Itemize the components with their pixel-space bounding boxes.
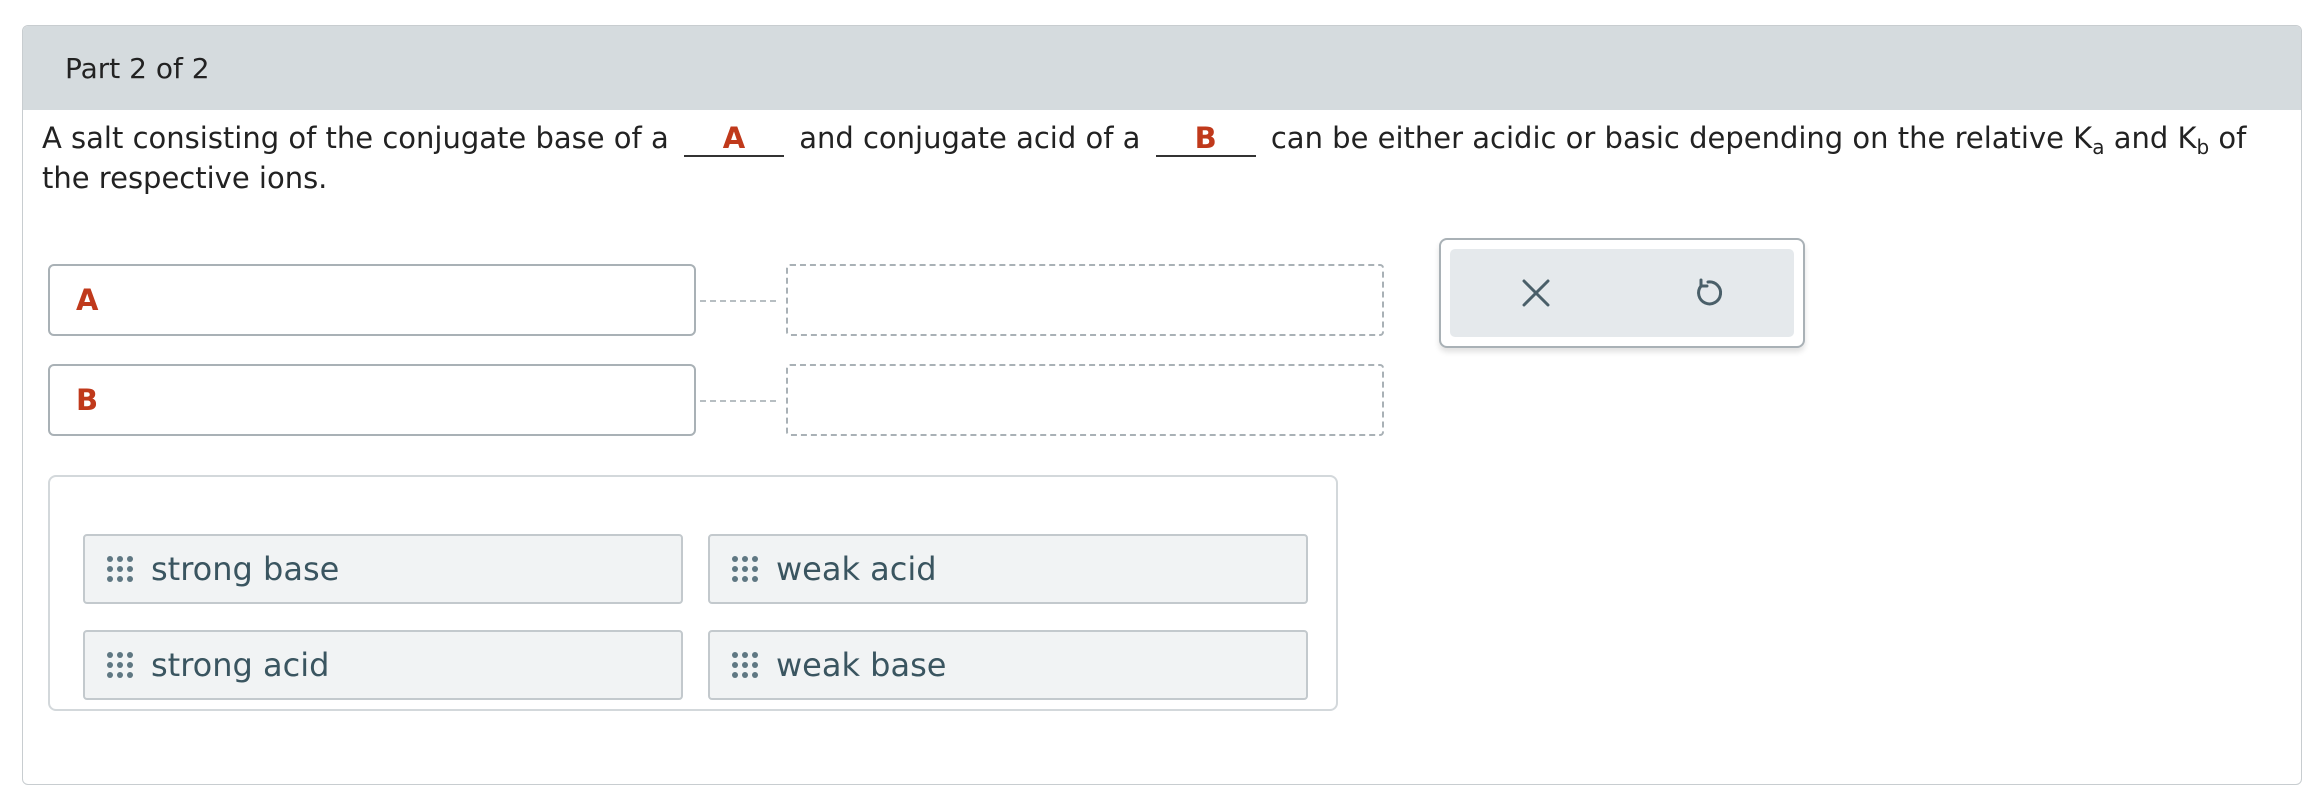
question-text: A salt consisting of the conjugate base … bbox=[42, 118, 2262, 198]
slot-label-a: A bbox=[48, 264, 696, 336]
undo-icon bbox=[1697, 278, 1723, 306]
question-text-1: A salt consisting of the conjugate base … bbox=[42, 121, 669, 155]
question-text-4: and K bbox=[2113, 121, 2197, 155]
panel-header: Part 2 of 2 bbox=[23, 26, 2301, 110]
drag-handle-icon bbox=[107, 556, 133, 582]
answer-tile-strong-base[interactable]: strong base bbox=[83, 534, 683, 604]
answer-tile-label: strong base bbox=[151, 550, 340, 588]
kb-subscript: b bbox=[2196, 135, 2210, 159]
blank-b: B bbox=[1155, 121, 1256, 157]
answer-tools-inner bbox=[1450, 249, 1794, 337]
answer-tile-label: strong acid bbox=[151, 646, 330, 684]
answer-tile-label: weak base bbox=[776, 646, 947, 684]
drag-handle-icon bbox=[732, 652, 758, 678]
slot-connector-a bbox=[700, 300, 776, 302]
question-text-2: and conjugate acid of a bbox=[799, 121, 1141, 155]
clear-button[interactable] bbox=[1506, 263, 1566, 323]
drag-handle-icon bbox=[107, 652, 133, 678]
answer-tile-weak-base[interactable]: weak base bbox=[708, 630, 1308, 700]
reset-button[interactable] bbox=[1678, 263, 1738, 323]
drop-zone-a[interactable] bbox=[786, 264, 1384, 336]
answer-tile-strong-acid[interactable]: strong acid bbox=[83, 630, 683, 700]
blank-a: A bbox=[683, 121, 784, 157]
question-text-3: can be either acidic or basic depending … bbox=[1270, 121, 2093, 155]
slot-label-b: B bbox=[48, 364, 696, 436]
slot-connector-b bbox=[700, 400, 776, 402]
part-title: Part 2 of 2 bbox=[65, 51, 210, 85]
slot-label-a-text: A bbox=[76, 283, 99, 317]
answer-tools bbox=[1439, 238, 1805, 348]
answer-tile-weak-acid[interactable]: weak acid bbox=[708, 534, 1308, 604]
close-icon bbox=[1522, 279, 1550, 307]
drag-handle-icon bbox=[732, 556, 758, 582]
drop-zone-b[interactable] bbox=[786, 364, 1384, 436]
ka-subscript: a bbox=[2092, 135, 2105, 159]
slot-label-b-text: B bbox=[76, 383, 99, 417]
answer-bank: strong base weak acid strong acid weak b… bbox=[48, 475, 1338, 711]
answer-tile-label: weak acid bbox=[776, 550, 937, 588]
